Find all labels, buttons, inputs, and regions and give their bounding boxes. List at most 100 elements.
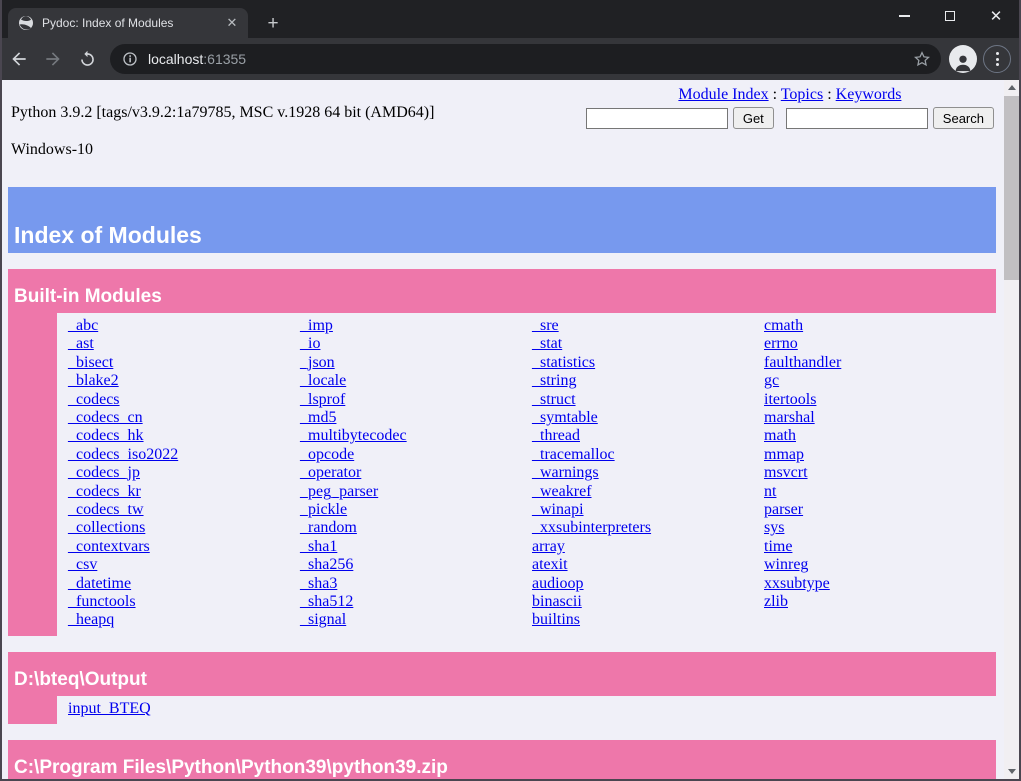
get-button[interactable]: Get [733,107,774,129]
get-input[interactable] [586,108,728,129]
module-link-sys[interactable]: sys [764,519,784,536]
module-link-_codecs_iso2022[interactable]: _codecs_iso2022 [68,446,178,463]
scrollbar-thumb[interactable] [1004,96,1019,280]
site-info-icon[interactable] [122,51,138,67]
module-link-_struct[interactable]: _struct [532,391,576,408]
module-link-_json[interactable]: _json [300,354,335,371]
scrollbar-down-button[interactable] [1004,764,1019,779]
module-link-_winapi[interactable]: _winapi [532,501,584,518]
module-link-time[interactable]: time [764,538,792,555]
bookmark-star-icon[interactable] [913,50,931,68]
search-button[interactable]: Search [933,107,994,129]
module-link-_codecs_cn[interactable]: _codecs_cn [68,409,143,426]
module-link-msvcrt[interactable]: msvcrt [764,464,808,481]
module-link-_operator[interactable]: _operator [300,464,361,481]
section-title-builtin-modules: Built-in Modules [8,269,996,313]
search-input[interactable] [786,108,928,129]
module-link-mmap[interactable]: mmap [764,446,804,463]
module-link-_functools[interactable]: _functools [68,593,136,610]
keywords-link[interactable]: Keywords [836,86,902,103]
module-link-itertools[interactable]: itertools [764,391,816,408]
module-link-audioop[interactable]: audioop [532,575,584,592]
module-link-_codecs_kr[interactable]: _codecs_kr [68,483,141,500]
module-link-_symtable[interactable]: _symtable [532,409,598,426]
url-host: localhost [148,51,203,67]
module-link-_sre[interactable]: _sre [532,317,559,334]
browser-tab[interactable]: Pydoc: Index of Modules ✕ [8,8,248,38]
address-bar[interactable]: localhost:61355 [110,44,941,74]
forward-button[interactable] [36,42,70,76]
module-link-_sha3[interactable]: _sha3 [300,575,337,592]
window-close-button[interactable]: ✕ [973,0,1019,32]
page-scrollbar[interactable] [1004,80,1019,779]
module-link-marshal[interactable]: marshal [764,409,815,426]
window-minimize-button[interactable] [881,0,927,32]
module-link-_string[interactable]: _string [532,372,576,389]
module-link-_blake2[interactable]: _blake2 [68,372,119,389]
module-link-winreg[interactable]: winreg [764,556,808,573]
tab-close-icon[interactable]: ✕ [224,15,240,31]
module-link-_weakref[interactable]: _weakref [532,483,592,500]
module-link-input_BTEQ[interactable]: input_BTEQ [68,700,151,717]
module-link-atexit[interactable]: atexit [532,556,568,573]
topics-link[interactable]: Topics [781,86,823,103]
module-link-_thread[interactable]: _thread [532,427,580,444]
module-link-_sha256[interactable]: _sha256 [300,556,353,573]
module-link-_locale[interactable]: _locale [300,372,346,389]
module-link-zlib[interactable]: zlib [764,593,788,610]
module-link-_ast[interactable]: _ast [68,335,94,352]
module-link-_multibytecodec[interactable]: _multibytecodec [300,427,407,444]
profile-avatar[interactable] [949,45,977,73]
module-link-faulthandler[interactable]: faulthandler [764,354,841,371]
module-index-link[interactable]: Module Index [678,86,768,103]
module-link-_codecs_jp[interactable]: _codecs_jp [68,464,140,481]
reload-button[interactable] [70,42,104,76]
window-maximize-button[interactable] [927,0,973,32]
module-link-math[interactable]: math [764,427,796,444]
browser-menu-button[interactable] [983,45,1011,73]
module-link-_sha1[interactable]: _sha1 [300,538,337,555]
new-tab-button[interactable]: + [260,11,286,37]
module-link-_csv[interactable]: _csv [68,556,97,573]
module-link-_stat[interactable]: _stat [532,335,562,352]
module-link-gc[interactable]: gc [764,372,779,389]
module-link-_peg_parser[interactable]: _peg_parser [300,483,378,500]
module-link-_warnings[interactable]: _warnings [532,464,599,481]
back-button[interactable] [2,42,36,76]
module-link-array[interactable]: array [532,538,565,555]
module-link-_pickle[interactable]: _pickle [300,501,347,518]
module-link-_statistics[interactable]: _statistics [532,354,595,371]
module-link-builtins[interactable]: builtins [532,611,580,628]
module-link-xxsubtype[interactable]: xxsubtype [764,575,830,592]
module-link-_contextvars[interactable]: _contextvars [68,538,150,555]
module-link-_imp[interactable]: _imp [300,317,333,334]
module-link-nt[interactable]: nt [764,483,776,500]
module-link-_collections[interactable]: _collections [68,519,145,536]
module-link-_abc[interactable]: _abc [68,317,98,334]
module-link-_codecs_tw[interactable]: _codecs_tw [68,501,144,518]
module-link-_heapq[interactable]: _heapq [68,611,114,628]
module-link-binascii[interactable]: binascii [532,593,582,610]
module-link-_io[interactable]: _io [300,335,320,352]
python-version-line: Python 3.9.2 [tags/v3.9.2:1a79785, MSC v… [11,104,434,122]
forward-icon [43,49,63,69]
module-link-parser[interactable]: parser [764,501,803,518]
module-link-errno[interactable]: errno [764,335,798,352]
module-link-_bisect[interactable]: _bisect [68,354,113,371]
module-link-_codecs[interactable]: _codecs [68,391,120,408]
module-link-_xxsubinterpreters[interactable]: _xxsubinterpreters [532,519,651,536]
module-link-_opcode[interactable]: _opcode [300,446,354,463]
module-link-_random[interactable]: _random [300,519,357,536]
section-title-python39-zip: C:\Program Files\Python\Python39\python3… [8,740,996,779]
module-link-_datetime[interactable]: _datetime [68,575,131,592]
module-link-_signal[interactable]: _signal [300,611,346,628]
page-title: Index of Modules [14,222,202,248]
module-link-_lsprof[interactable]: _lsprof [300,391,345,408]
globe-favicon [18,15,34,31]
module-link-_sha512[interactable]: _sha512 [300,593,353,610]
module-link-_codecs_hk[interactable]: _codecs_hk [68,427,144,444]
scrollbar-up-button[interactable] [1004,80,1019,95]
module-link-_tracemalloc[interactable]: _tracemalloc [532,446,615,463]
module-link-_md5[interactable]: _md5 [300,409,336,426]
module-link-cmath[interactable]: cmath [764,317,803,334]
